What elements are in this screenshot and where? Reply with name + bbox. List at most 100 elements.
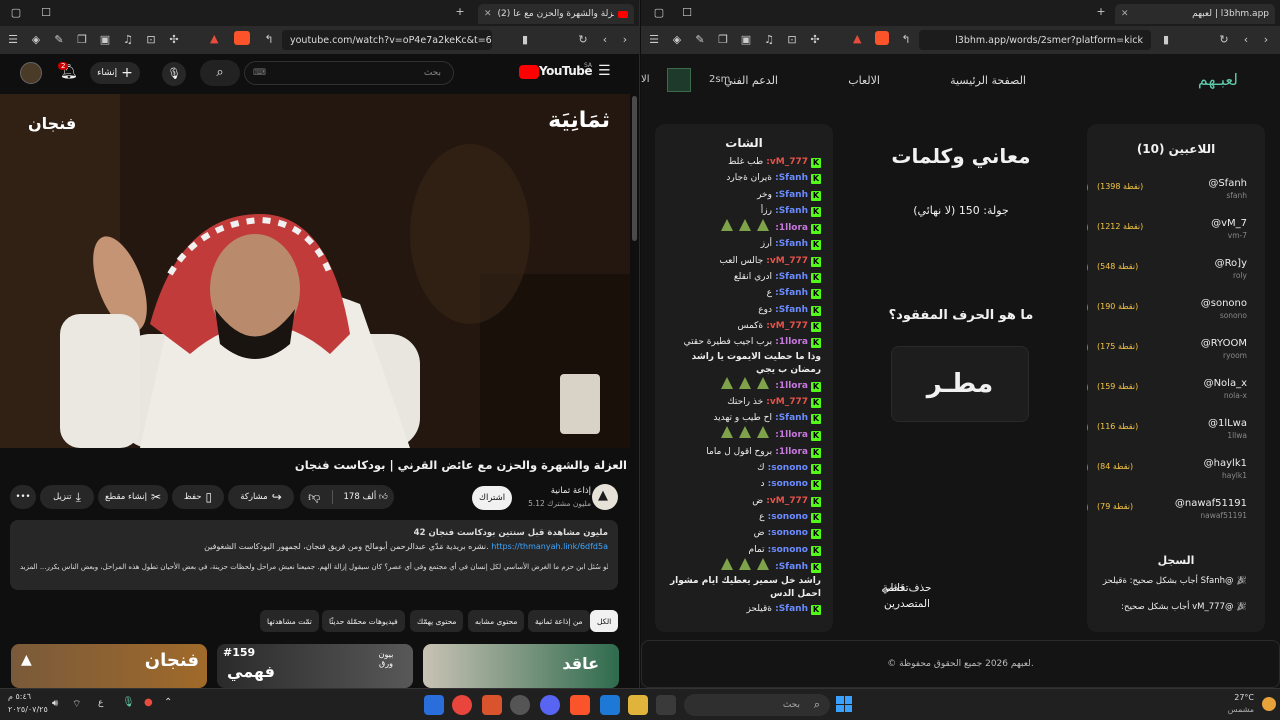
save-button[interactable]: حفظ ▯ [172,485,224,509]
layers-icon[interactable]: ❐ [73,33,91,46]
skip-button[interactable]: تخطي [877,580,913,596]
close-tab-icon[interactable]: ✕ [1121,9,1129,19]
share-page-icon[interactable]: ↰ [260,33,278,46]
forward-icon[interactable]: › [1257,33,1275,46]
tab-youtube[interactable]: ✕ (2) العزلة والشهرة والحزن مع عا [478,4,634,24]
tab-actions-icon[interactable]: ▢ [4,6,28,19]
dislike-icon[interactable]: 👎︎ [300,490,328,505]
task-view-icon[interactable] [656,695,676,715]
chat-username[interactable]: vM_777: [763,496,808,506]
chat-username[interactable]: sonono: [765,463,808,473]
like-button[interactable]: 178 ألف 👍︎ [337,492,394,502]
remove-player-icon[interactable]: ✕ [1087,421,1088,434]
download-button[interactable]: تنزيل ⤓ [40,485,94,509]
chat-username[interactable]: Sfanh: [772,413,808,423]
tab-l3bhm[interactable]: ✕ لعبهم | l3bhm.app [1115,4,1275,24]
brave-rewards-icon[interactable]: ▲ [210,32,218,45]
tab-list-icon[interactable]: ☐ [675,6,699,19]
page-scrollbar[interactable] [632,96,637,241]
chat-username[interactable]: Sfanh: [772,206,808,216]
chat-username[interactable]: Sfanh: [772,190,808,200]
reload-icon[interactable]: ↻ [574,33,592,46]
sidebar-icon[interactable]: ▣ [737,33,755,46]
screenshot-icon[interactable]: ⊡ [783,33,801,46]
new-tab-icon[interactable]: + [448,5,472,18]
remove-player-icon[interactable]: ✕ [1087,261,1088,274]
chat-username[interactable]: sonono: [765,528,808,538]
brave-rewards-icon[interactable]: ▲ [853,32,861,45]
store-icon[interactable] [600,695,620,715]
security-icon[interactable] [424,695,444,715]
volume-icon[interactable]: 🔊︎ [52,698,58,709]
share-button[interactable]: مشاركة ↪ [228,485,294,509]
chat-username[interactable]: vM_777: [763,397,808,407]
chat-username[interactable]: Sfanh: [772,604,808,614]
chat-username[interactable]: sonono: [765,512,808,522]
address-bar[interactable]: l3bhm.app/words/2smer?platform=kick [919,30,1151,50]
back-icon[interactable]: ‹ [596,33,614,46]
close-tab-icon[interactable]: ✕ [484,9,492,19]
sidebar-icon[interactable]: ▣ [96,33,114,46]
music-icon[interactable]: ♫ [119,33,137,46]
tab-actions-icon[interactable]: ▢ [647,6,671,19]
chat-username[interactable]: Sfanh: [772,272,808,282]
chat-username[interactable]: sonono: [765,545,808,555]
layers-icon[interactable]: ❐ [714,33,732,46]
pin-icon[interactable]: ✎ [691,33,709,46]
chip-from-channel[interactable]: من إذاعة ثمانية [528,610,590,632]
nav-games[interactable]: الالعاب [848,74,880,87]
chat-username[interactable]: 1llora: [772,381,808,391]
voice-search-icon[interactable]: 🎙︎ [162,62,186,86]
screenshot-icon[interactable]: ⊡ [142,33,160,46]
search-input[interactable]: ⌨ بحث [244,61,454,85]
chat-username[interactable]: Sfanh: [772,562,808,572]
brave-browser-icon[interactable] [570,695,590,715]
nav-more[interactable]: الا [641,74,649,85]
youtube-logo-icon[interactable] [519,65,539,79]
chat-username[interactable]: 1llora: [772,337,808,347]
app-tray-icon[interactable]: ● [144,697,153,708]
video-player[interactable]: ثمَانِيَة فنجان [0,94,630,448]
search-icon[interactable]: ⌕ [200,60,240,86]
chat-username[interactable]: 1llora: [772,223,808,233]
hamburger-menu-icon[interactable]: ☰ [598,63,611,79]
forward-icon[interactable]: › [616,33,634,46]
menu-icon[interactable]: ☰ [645,33,663,46]
discord-icon[interactable] [540,695,560,715]
back-icon[interactable]: ‹ [1237,33,1255,46]
thumbnail-1[interactable]: فنجان ▲ [11,644,207,688]
microphone-icon[interactable]: 🎙︎ [122,697,135,708]
remove-player-icon[interactable]: ✕ [1087,301,1088,314]
chat-username[interactable]: vM_777: [763,256,808,266]
remove-player-icon[interactable]: ✕ [1087,461,1088,474]
chrome-icon[interactable] [452,695,472,715]
thumbnail-2[interactable]: #159 فهمي بيون ورق [217,644,413,688]
video-description[interactable]: 42 مليون مشاهدة قبل سنتين بودكاست فنجان … [10,520,618,590]
app-icon[interactable] [482,695,502,715]
chat-username[interactable]: 1llora: [772,447,808,457]
extensions-icon[interactable]: ✣ [806,33,824,46]
sun-weather-icon[interactable] [1262,697,1276,711]
chat-username[interactable]: vM_777: [763,157,808,167]
shield-icon[interactable]: ◈ [668,33,686,46]
create-button[interactable]: إنشاء + [90,62,140,84]
bookmark-icon[interactable]: ▮ [1157,33,1175,46]
chat-username[interactable]: sonono: [765,479,808,489]
pin-icon[interactable]: ✎ [50,33,68,46]
clip-button[interactable]: إنشاء مقطع ✂ [98,485,168,509]
channel-name[interactable]: إذاعة ثمانية [551,486,591,496]
tray-expand-icon[interactable]: ⌃ [164,697,172,708]
remove-player-icon[interactable]: ✕ [1087,341,1088,354]
chip-watched[interactable]: تمّت مشاهدتها [260,610,319,632]
file-explorer-icon[interactable] [628,695,648,715]
new-tab-icon[interactable]: + [1089,5,1113,18]
nav-support[interactable]: الدعم الفني [724,74,778,87]
tab-list-icon[interactable]: ☐ [34,6,58,19]
clock-time[interactable]: ٥:٤٦ م [8,692,31,701]
network-icon[interactable]: ⌔ [72,698,81,711]
chip-related[interactable]: محتوى مشابه [468,610,525,632]
chat-username[interactable]: Sfanh: [772,288,808,298]
address-bar[interactable]: youtube.com/watch?v=oP4e7a2keKc&t=6... [282,30,492,50]
chat-username[interactable]: vM_777: [763,321,808,331]
shield-icon[interactable]: ◈ [27,33,45,46]
